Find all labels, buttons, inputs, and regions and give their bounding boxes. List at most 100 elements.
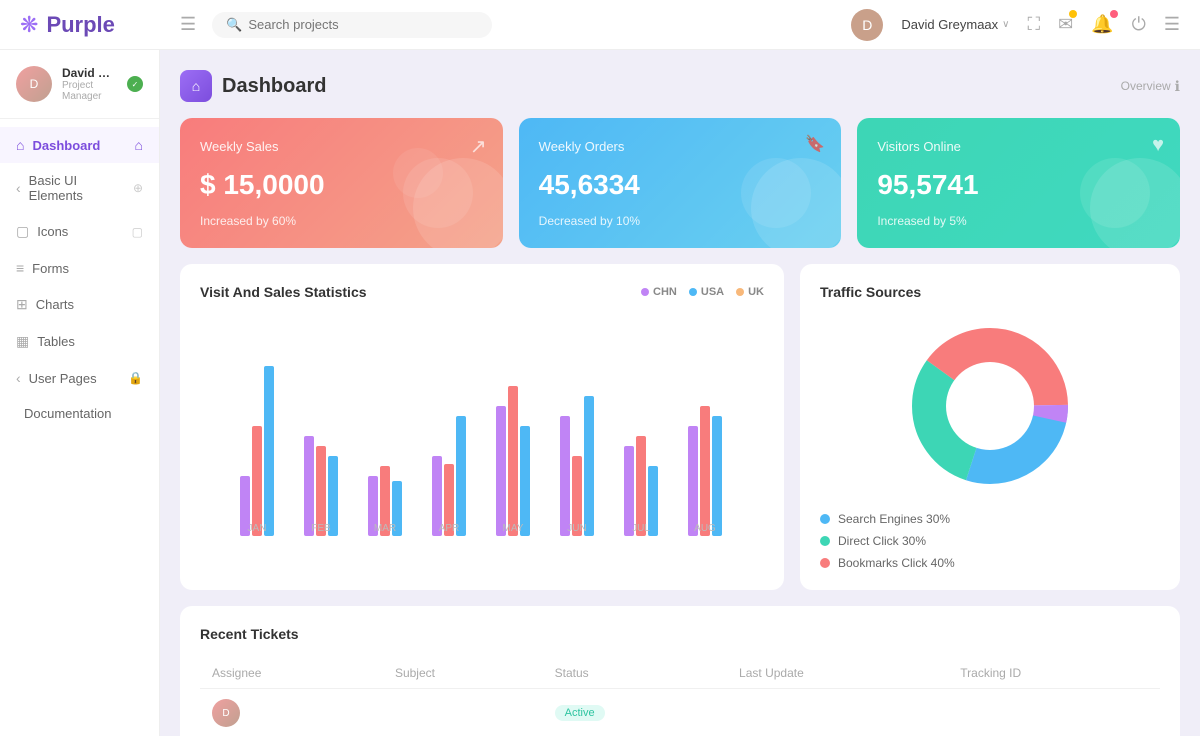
sidebar-item-user-pages[interactable]: ‹ User Pages 🔒 [0,360,159,396]
sidebar-user-info: David Grey. H Project Manager [62,66,117,102]
legend-chn-dot [641,288,649,296]
sidebar-item-icons-left: ▢ Icons [16,223,68,240]
topnav: ❋ Purple ☰ 🔍 D David Greymaax ∨ ⛶ ✉ 🔔 ⏻ … [0,0,1200,50]
legend-bookmarks-dot [820,558,830,568]
col-last-update: Last Update [727,658,948,689]
status-badge: Active [555,705,605,721]
stat-card-2-icon: 🔖 [805,134,825,154]
legend-direct-dot [820,536,830,546]
sidebar-item-charts[interactable]: ⊞ Charts [0,286,159,323]
bar-apr-blue [456,416,466,536]
donut-center [946,362,1034,450]
sidebar-item-basic-left: ‹ Basic UI Elements [16,173,133,203]
stat-card-2-top: Weekly Orders 🔖 [539,138,822,156]
sidebar-label-forms: Forms [32,261,69,276]
nav-menu-icon[interactable]: ☰ [1164,14,1180,35]
tables-icon: ▦ [16,333,29,350]
mail-badge [1069,10,1077,18]
bar-aug-purple [688,426,698,536]
stat-card-1-top: Weekly Sales ↗ [200,138,483,156]
stat-card-weekly-sales: Weekly Sales ↗ $ 15,0000 Increased by 60… [180,118,503,248]
td-assignee: D [200,689,383,736]
legend-uk-label: UK [748,286,764,298]
sidebar-label-icons: Icons [37,224,68,239]
bar-aug-pink [700,406,710,536]
legend-uk: UK [736,286,764,298]
month-mar: MAR [374,523,396,534]
sidebar-item-tables-left: ▦ Tables [16,333,75,350]
main-layout: D David Grey. H Project Manager ✓ ⌂ Dash… [0,50,1200,736]
search-input[interactable] [248,17,478,32]
bar-feb-purple [304,436,314,536]
month-aug: AUG [694,523,716,534]
stat-card-visitors: Visitors Online ♥ 95,5741 Increased by 5… [857,118,1180,248]
forms-icon: ≡ [16,260,24,276]
sidebar-label-charts: Charts [36,297,74,312]
bar-chart-area: JAN FEB MAR APR MAY JUN JUL AUG [200,316,764,541]
stat-card-3-circle-small [1080,158,1150,228]
legend-search-engines: Search Engines 30% [820,512,1160,526]
row-avatar: D [212,699,240,727]
sidebar-item-userpages-left: ‹ User Pages [16,370,97,386]
sidebar-item-docs-left: Documentation [16,406,111,421]
col-assignee: Assignee [200,658,383,689]
sidebar-item-tables[interactable]: ▦ Tables [0,323,159,360]
power-icon[interactable]: ⏻ [1132,14,1146,35]
page-title-icon: ⌂ [180,70,212,102]
bell-icon[interactable]: 🔔 [1091,14,1113,35]
bar-jan-pink [252,426,262,536]
sidebar-item-basic-ui[interactable]: ‹ Basic UI Elements ⊕ [0,163,159,213]
month-may: MAY [503,523,524,534]
stat-card-2-label: Weekly Orders [539,139,625,154]
icons-badge: ▢ [132,225,143,239]
basic-ui-add-icon: ⊕ [133,181,143,195]
sidebar-item-dashboard[interactable]: ⌂ Dashboard ⌂ [0,127,159,163]
month-jul: JUL [632,523,650,534]
stat-cards: Weekly Sales ↗ $ 15,0000 Increased by 60… [180,118,1180,248]
bar-jan-blue [264,366,274,536]
legend-uk-dot [736,288,744,296]
legend-chn-label: CHN [653,286,677,298]
search-area[interactable]: 🔍 [212,12,492,38]
bar-jun-blue [584,396,594,536]
page-title: Dashboard [222,75,326,98]
bar-may-pink [508,386,518,536]
charts-icon: ⊞ [16,296,28,313]
legend-bookmarks-click: Bookmarks Click 40% [820,556,1160,570]
tickets-card: Recent Tickets Assignee Subject Status L… [180,606,1180,736]
legend-usa-dot [689,288,697,296]
td-status: Active [543,689,727,736]
bar-jun-purple [560,416,570,536]
sidebar-label-dashboard: Dashboard [32,138,100,153]
dashboard-home-icon: ⌂ [135,137,143,153]
nav-right: D David Greymaax ∨ ⛶ ✉ 🔔 ⏻ ☰ [851,9,1180,41]
legend-chn: CHN [641,286,677,298]
basic-ui-icon: ‹ [16,180,21,196]
sidebar-item-charts-left: ⊞ Charts [16,296,74,313]
lock-icon: ‹ [16,370,21,386]
sidebar-item-documentation[interactable]: Documentation [0,396,159,431]
legend-usa: USA [689,286,724,298]
stat-card-1-icon: ↗ [470,134,487,159]
donut-chart-card: Traffic Sources [800,264,1180,590]
col-tracking-id: Tracking ID [948,658,1160,689]
donut-container: Search Engines 30% Direct Click 30% Book… [820,316,1160,570]
td-tracking-id [948,689,1160,736]
stat-card-3-top: Visitors Online ♥ [877,138,1160,156]
hamburger-icon[interactable]: ☰ [180,14,196,35]
page-title-area: ⌂ Dashboard [180,70,326,102]
mail-icon[interactable]: ✉ [1058,14,1073,35]
nav-username[interactable]: David Greymaax ∨ [901,17,1009,32]
sidebar-avatar: D [16,66,52,102]
fullscreen-icon[interactable]: ⛶ [1027,14,1040,35]
sidebar: D David Grey. H Project Manager ✓ ⌂ Dash… [0,50,160,736]
sidebar-item-icons[interactable]: ▢ Icons ▢ [0,213,159,250]
sidebar-label-documentation: Documentation [24,406,111,421]
bar-chart-card: Visit And Sales Statistics CHN USA UK [180,264,784,590]
search-icon: 🔍 [226,17,242,33]
donut-chart-title: Traffic Sources [820,284,921,300]
legend-search-dot [820,514,830,524]
month-jun: JUN [567,523,586,534]
sidebar-item-dashboard-left: ⌂ Dashboard [16,137,100,153]
sidebar-item-forms[interactable]: ≡ Forms [0,250,159,286]
